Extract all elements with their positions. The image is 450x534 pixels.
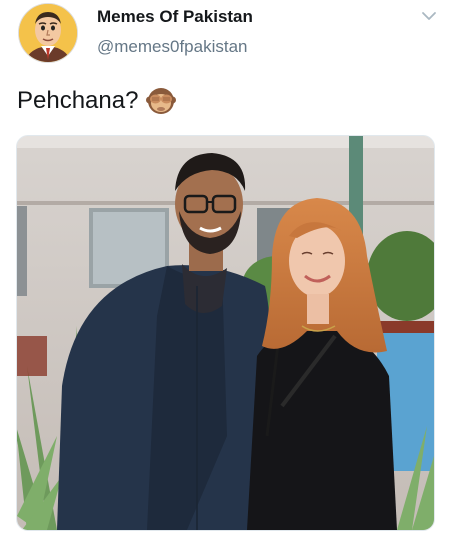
tweet-text-content: Pehchana? (17, 87, 139, 114)
see-no-evil-monkey-emoji-icon (146, 86, 177, 116)
photo-of-couple-icon (17, 136, 434, 530)
chevron-down-icon[interactable] (420, 8, 438, 24)
tweet-photo[interactable] (16, 135, 435, 531)
avatar[interactable] (18, 3, 78, 63)
tweet-text: Pehchana? (17, 86, 177, 116)
tweet-card[interactable]: Memes Of Pakistan @memes0fpakistan Pehch… (0, 0, 450, 534)
author-handle[interactable]: @memes0fpakistan (97, 37, 248, 57)
cartoon-man-avatar-icon (19, 4, 77, 62)
author-display-name[interactable]: Memes Of Pakistan (97, 7, 253, 27)
